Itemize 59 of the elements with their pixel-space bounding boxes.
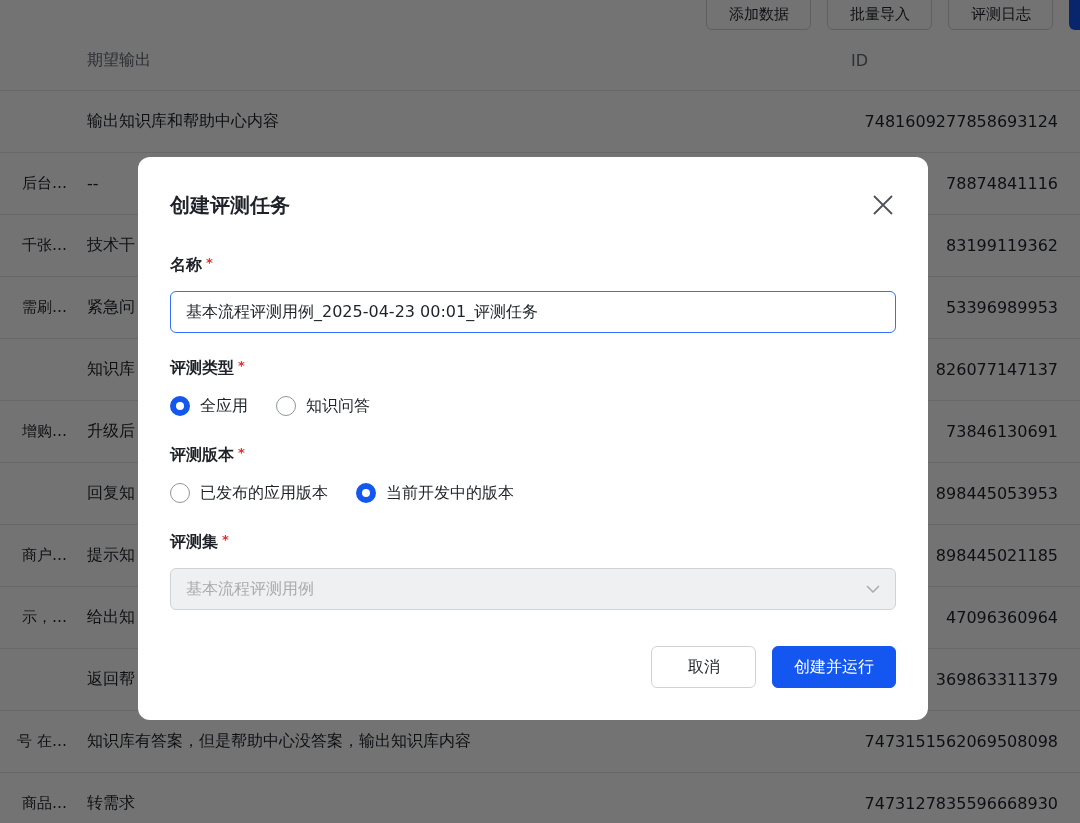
table-cell: 898445021185 [935,546,1058,565]
name-input[interactable]: 基本流程评测用例_2025-04-23 00:01_评测任务 [170,291,896,333]
table-cell: 53396989953 [946,298,1058,317]
table-cell: 商户… [22,546,67,564]
table-cell: 后台… [22,174,67,192]
table-cell: 369863311379 [935,670,1058,689]
table-cell: 增购… [22,422,67,440]
required-mark: * [238,358,245,373]
field-label: 评测版本 [170,445,234,466]
field-label: 评测集 [170,532,218,553]
toolbar-button[interactable]: 添加数据 [706,0,811,30]
column-header: 期望输出 [87,49,151,69]
table-cell: 7473151562069508098 [864,732,1058,751]
table-cell: 转需求 [87,793,135,812]
radio-button[interactable] [170,483,190,503]
table-cell: 输出知识库和帮助中心内容 [87,111,279,130]
dialog-title: 创建评测任务 [170,191,290,219]
table-cell: 技术干 [87,235,135,254]
table-cell: 紧急问 [87,297,135,316]
radio-label[interactable]: 知识问答 [306,395,370,417]
chevron-down-icon [866,585,880,593]
field-label: 评测类型 [170,358,234,379]
radio-label[interactable]: 已发布的应用版本 [200,482,328,504]
table-cell: 知识库 [87,359,135,378]
table-cell: 78874841116 [946,174,1058,193]
table-cell: 7481609277858693124 [864,112,1058,131]
table-cell: 知识库有答案，但是帮助中心没答案，输出知识库内容 [87,731,471,750]
toolbar-button[interactable]: 评测日志 [948,0,1053,30]
radio-button[interactable] [276,396,296,416]
table-cell: 示，… [22,608,67,626]
table-cell: 给出知 [87,607,135,626]
table-cell: 47096360964 [946,608,1058,627]
required-mark: * [238,445,245,460]
table-cell: 73846130691 [946,422,1058,441]
table-cell: 升级后 [87,421,135,440]
table-cell: 回复知 [87,483,135,502]
table-cell: -- [87,174,99,193]
table-cell: 需刷… [22,298,67,316]
close-icon [872,194,894,216]
required-mark: * [222,532,229,547]
table-cell: 提示知 [87,545,135,564]
table-cell: 号 在… [17,732,67,750]
toolbar-button[interactable]: 批量导入 [827,0,932,30]
radio-button[interactable] [170,396,190,416]
table-cell: 商品… [22,794,67,812]
required-mark: * [206,255,213,270]
table-cell: 返回帮 [87,669,135,688]
create-and-run-button[interactable]: 创建并运行 [772,646,896,688]
table-cell: 7473127835596668930 [864,794,1058,813]
radio-label[interactable]: 全应用 [200,395,248,417]
field-label: 名称 [170,255,202,276]
table-cell: 83199119362 [946,236,1058,255]
table-cell: 千张… [22,236,67,254]
table-cell: 898445053953 [935,484,1058,503]
cancel-button[interactable]: 取消 [651,646,756,688]
radio-label[interactable]: 当前开发中的版本 [386,482,514,504]
column-header: ID [851,50,869,70]
radio-button[interactable] [356,483,376,503]
table-cell: 826077147137 [935,360,1058,379]
